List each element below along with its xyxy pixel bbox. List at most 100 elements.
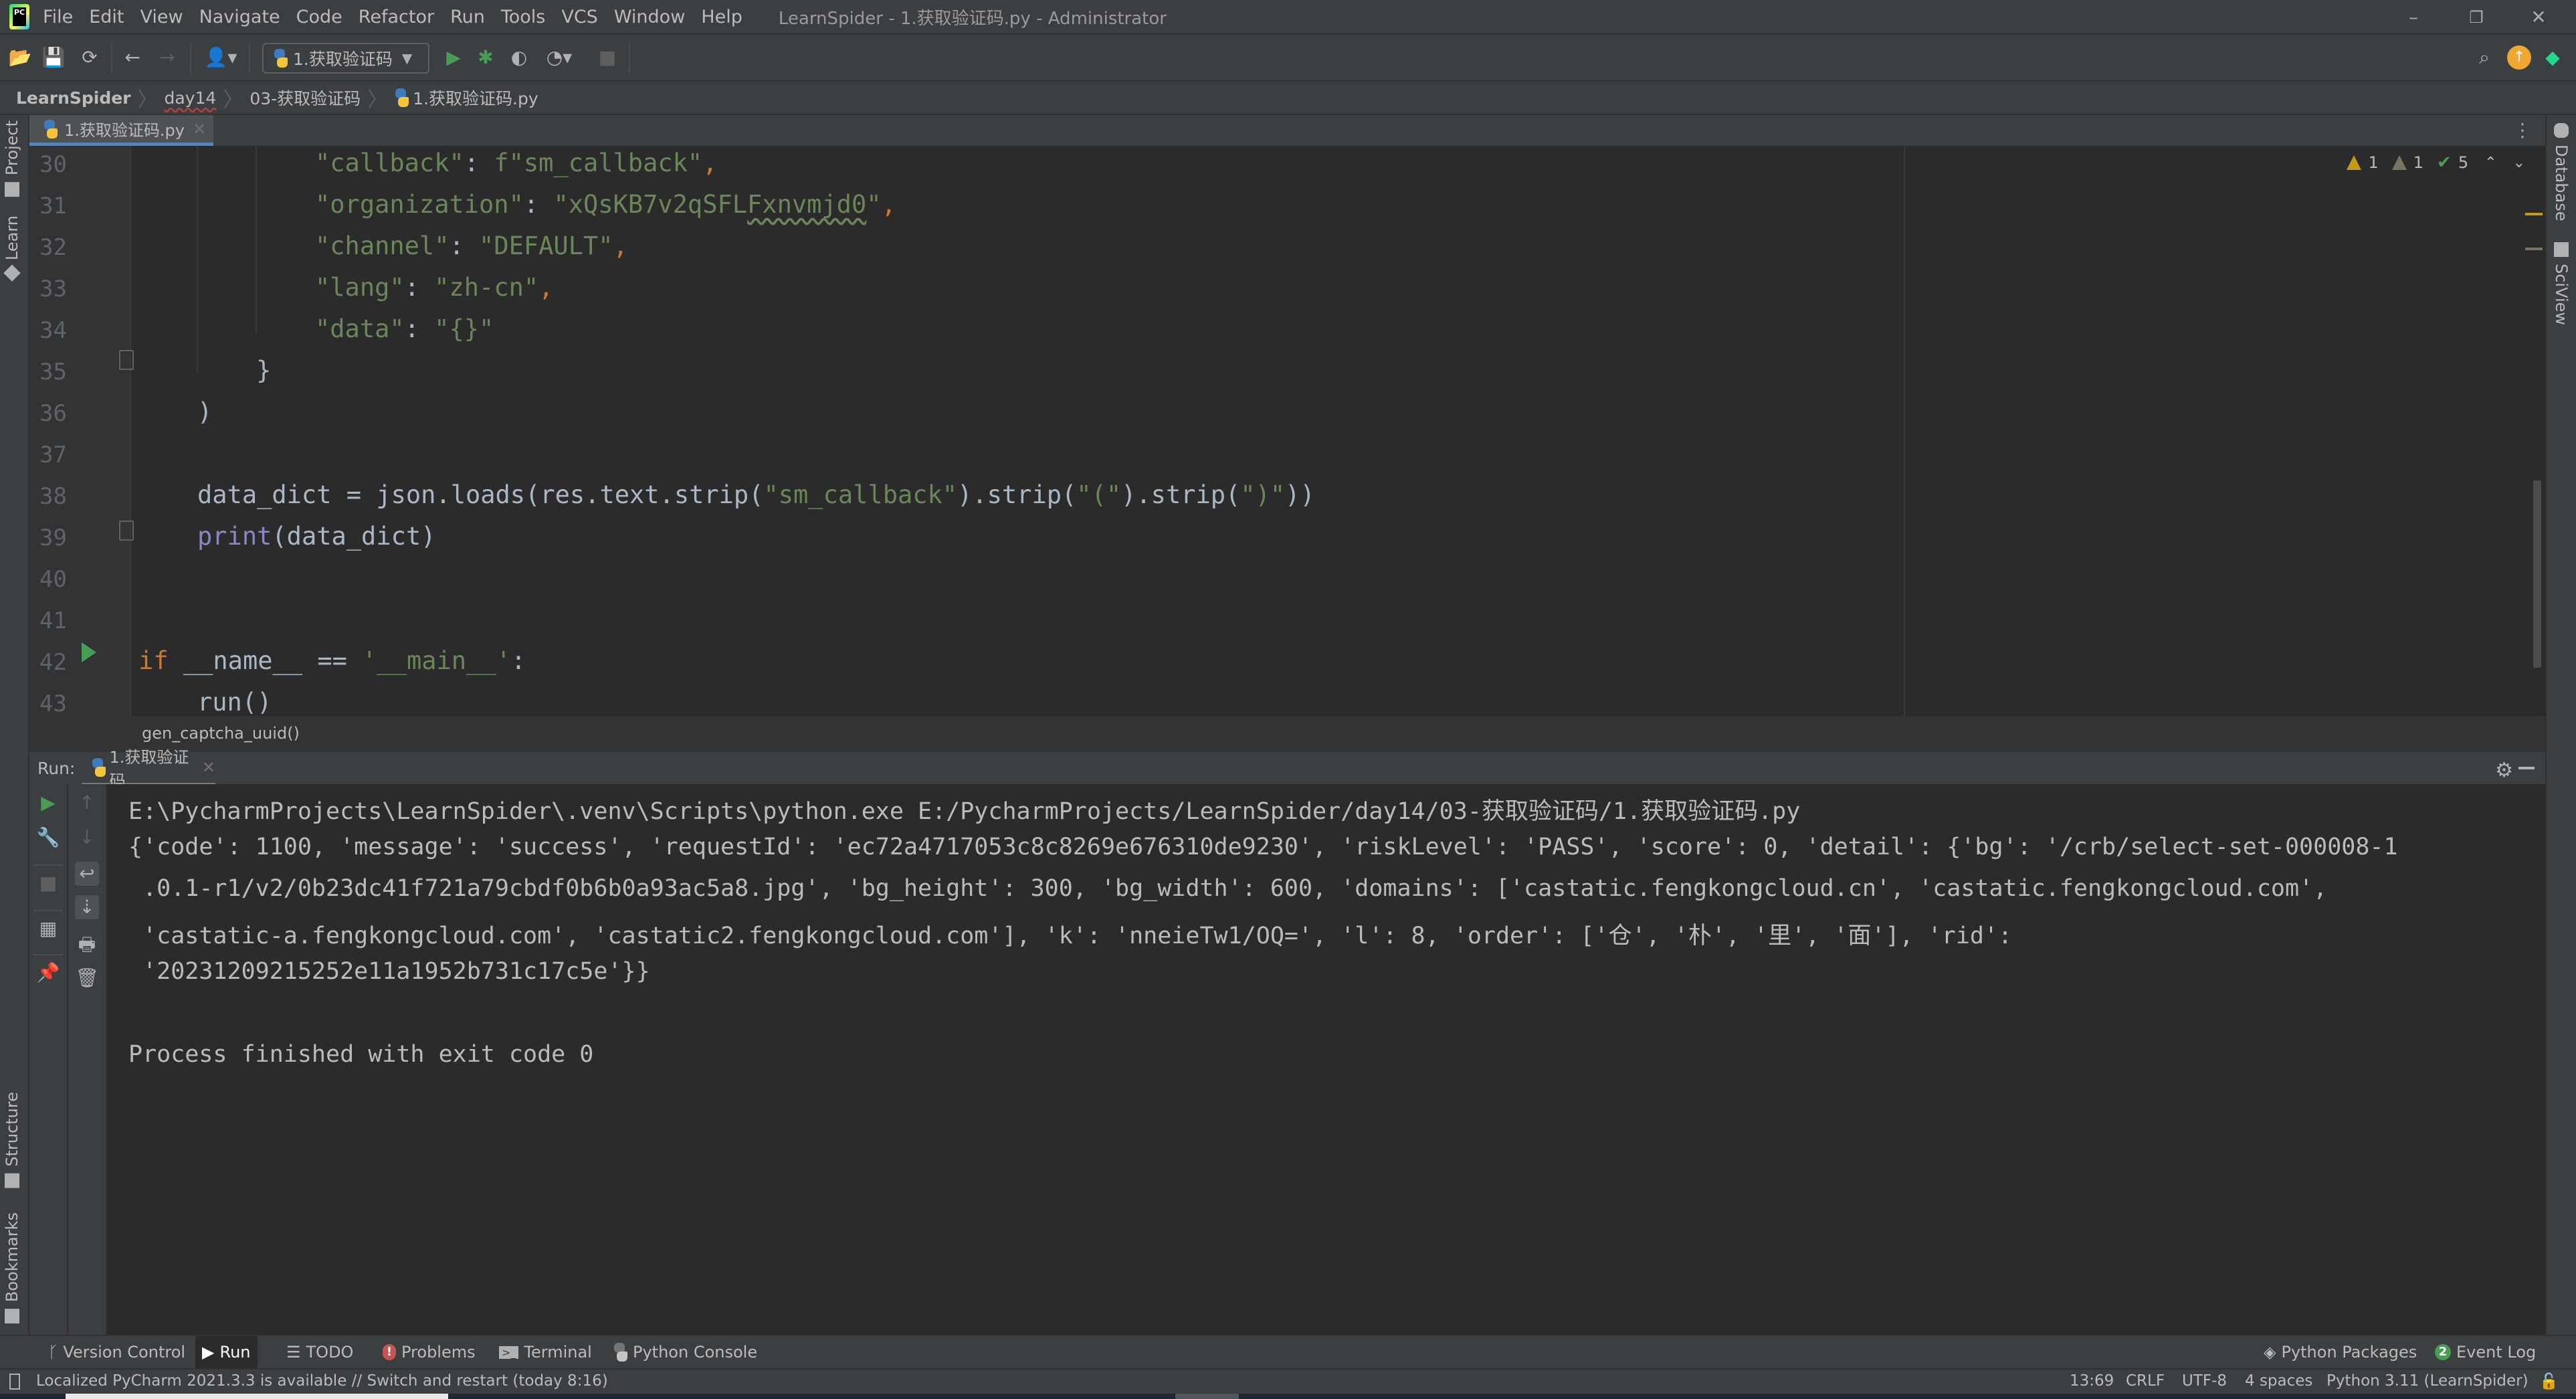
indent-setting[interactable]: 4 spaces [2245, 1372, 2312, 1390]
toolwindow-version-control[interactable]: ᚴ Version Control [41, 1336, 192, 1368]
line-separator[interactable]: CRLF [2126, 1372, 2165, 1390]
fold-marker-icon[interactable] [119, 350, 134, 370]
toolbar-divider [111, 43, 112, 74]
close-tab-icon[interactable]: ✕ [193, 120, 206, 138]
status-message[interactable]: Localized PyCharm 2021.3.3 is available … [36, 1372, 608, 1390]
forward-icon[interactable]: → [155, 45, 179, 70]
minimize-button[interactable]: – [2400, 4, 2427, 31]
menu-view[interactable]: View [140, 7, 183, 27]
debug-icon[interactable]: ✱ [474, 45, 498, 70]
sync-icon[interactable]: ⟳ [78, 45, 102, 70]
restore-button[interactable]: ❐ [2463, 4, 2490, 31]
layers-icon: ◈ [2264, 1343, 2276, 1362]
code-token: print [197, 522, 272, 551]
close-button[interactable]: ✕ [2525, 4, 2552, 31]
scroll-to-end-icon[interactable]: ⇣ [75, 895, 99, 919]
wrench-icon[interactable]: 🔧 [36, 826, 60, 850]
code-line: "lang": "zh-cn", [315, 273, 553, 302]
toolwindow-event-log[interactable]: 2 Event Log [2428, 1336, 2543, 1368]
plugin-icon[interactable]: ◆ [2541, 45, 2565, 70]
tool-tab-database[interactable]: Database [2552, 123, 2571, 221]
code-token: "data" [315, 314, 405, 343]
previous-highlight-icon[interactable]: ⌃ [2484, 155, 2496, 171]
editor-tab-active[interactable]: 1.获取验证码.py ✕ [29, 115, 213, 146]
menu-run[interactable]: Run [450, 7, 485, 27]
print-icon[interactable]: 🖶 [75, 933, 99, 957]
weak-warning-stripe-mark[interactable] [2525, 248, 2543, 250]
run-tab[interactable]: 1.获取验证码 ✕ [82, 748, 215, 790]
code-editor[interactable]: 30 "callback": f"sm_callback", 31 "organiza… [29, 146, 2545, 716]
layout-icon[interactable]: ▦ [36, 917, 60, 941]
tool-tab-bookmarks[interactable]: Bookmarks [3, 1212, 21, 1324]
toolwindow-terminal[interactable]: >_ Terminal [492, 1336, 599, 1368]
stop-icon[interactable]: ■ [595, 45, 619, 70]
toolwindow-python-packages[interactable]: ◈ Python Packages [2257, 1336, 2423, 1368]
run-gutter-icon[interactable] [82, 642, 96, 662]
python-interpreter[interactable]: Python 3.11 (LearnSpider) [2326, 1372, 2529, 1390]
toolwindow-problems[interactable]: ! Problems [376, 1336, 482, 1368]
up-arrow-icon[interactable]: ↑ [75, 791, 99, 815]
tool-tab-project[interactable]: Project [3, 120, 21, 197]
code-token: , [538, 273, 554, 302]
user-icon[interactable]: 👤▾ [201, 45, 241, 70]
breadcrumb-file[interactable]: 1.获取验证码.py [413, 86, 538, 110]
update-icon[interactable]: ↑ [2507, 45, 2531, 70]
profile-icon[interactable]: ◔▾ [540, 45, 578, 70]
toolwindow-todo[interactable]: ☰ TODO [280, 1336, 360, 1368]
caret-position[interactable]: 13:69 [2070, 1372, 2114, 1390]
gutter-divider [130, 146, 131, 716]
save-icon[interactable]: 💾 [41, 45, 66, 70]
pin-icon[interactable]: 📌 [36, 961, 60, 985]
menu-file[interactable]: File [43, 7, 73, 27]
menu-code[interactable]: Code [296, 7, 342, 27]
file-encoding[interactable]: UTF-8 [2182, 1372, 2227, 1390]
breadcrumb-folder-day14[interactable]: day14 [165, 88, 217, 108]
warning-stripe-mark[interactable] [2525, 213, 2543, 215]
toolbar-divider [33, 954, 63, 955]
menu-navigate[interactable]: Navigate [199, 7, 280, 27]
code-token: "xQsKB7v2qSFL [553, 190, 748, 219]
tool-tab-structure[interactable]: Structure [3, 1092, 21, 1188]
run-configuration-selector[interactable]: 1.获取验证码 ▼ [262, 43, 429, 74]
coverage-icon[interactable]: ◐ [507, 45, 531, 70]
tool-window-toggle-icon[interactable] [9, 1374, 20, 1390]
menu-tools[interactable]: Tools [501, 7, 546, 27]
taskbar-item[interactable] [66, 1394, 448, 1399]
toolwindow-label: Version Control [63, 1343, 186, 1362]
menu-edit[interactable]: Edit [89, 7, 124, 27]
more-vertical-icon[interactable]: ⋮ [2513, 119, 2532, 141]
editor-scrollbar[interactable] [2533, 480, 2541, 668]
soft-wrap-icon[interactable]: ↩ [75, 862, 99, 886]
inspection-widget[interactable]: 1 1 ✔ 5 ⌃ ⌄ [2347, 153, 2525, 173]
close-run-tab-icon[interactable]: ✕ [202, 758, 215, 777]
toolwindow-label: Run [219, 1343, 251, 1362]
breadcrumb-folder[interactable]: 03-获取验证码 [250, 86, 361, 110]
tool-tab-sciview[interactable]: SciView [2552, 242, 2571, 325]
stop-icon[interactable]: ■ [36, 871, 60, 895]
open-icon[interactable]: 📂 [8, 45, 32, 70]
taskbar-item[interactable] [1175, 1394, 1239, 1399]
code-token: } [256, 356, 272, 385]
toolwindow-run[interactable]: ▶ Run [195, 1336, 258, 1368]
hide-panel-icon[interactable] [2518, 767, 2535, 769]
lock-icon[interactable]: 🔓 [2539, 1372, 2559, 1390]
run-icon[interactable]: ▶ [441, 45, 466, 70]
fold-marker-icon[interactable] [119, 521, 134, 541]
menu-window[interactable]: Window [614, 7, 685, 27]
breadcrumb-project[interactable]: LearnSpider [16, 88, 131, 108]
rerun-icon[interactable]: ▶ [36, 791, 60, 815]
next-highlight-icon[interactable]: ⌄ [2513, 155, 2525, 171]
down-arrow-icon[interactable]: ↓ [75, 826, 99, 850]
menu-refactor[interactable]: Refactor [359, 7, 434, 27]
gear-icon[interactable]: ⚙ [2495, 759, 2513, 782]
trash-icon[interactable]: 🗑 [75, 966, 99, 990]
toolwindow-python-console[interactable]: Python Console [606, 1336, 764, 1368]
function-breadcrumb-label[interactable]: gen_captcha_uuid() [142, 724, 300, 743]
breadcrumb-separator: 〉 [223, 88, 243, 112]
menu-help[interactable]: Help [701, 7, 742, 27]
back-icon[interactable]: ← [120, 45, 144, 70]
menu-vcs[interactable]: VCS [561, 7, 597, 27]
tool-tab-learn[interactable]: Learn [3, 215, 21, 282]
console-output[interactable]: E:\PycharmProjects\LearnSpider\.venv\Scr… [107, 784, 2545, 1335]
search-icon[interactable]: ⌕ [2472, 45, 2496, 70]
